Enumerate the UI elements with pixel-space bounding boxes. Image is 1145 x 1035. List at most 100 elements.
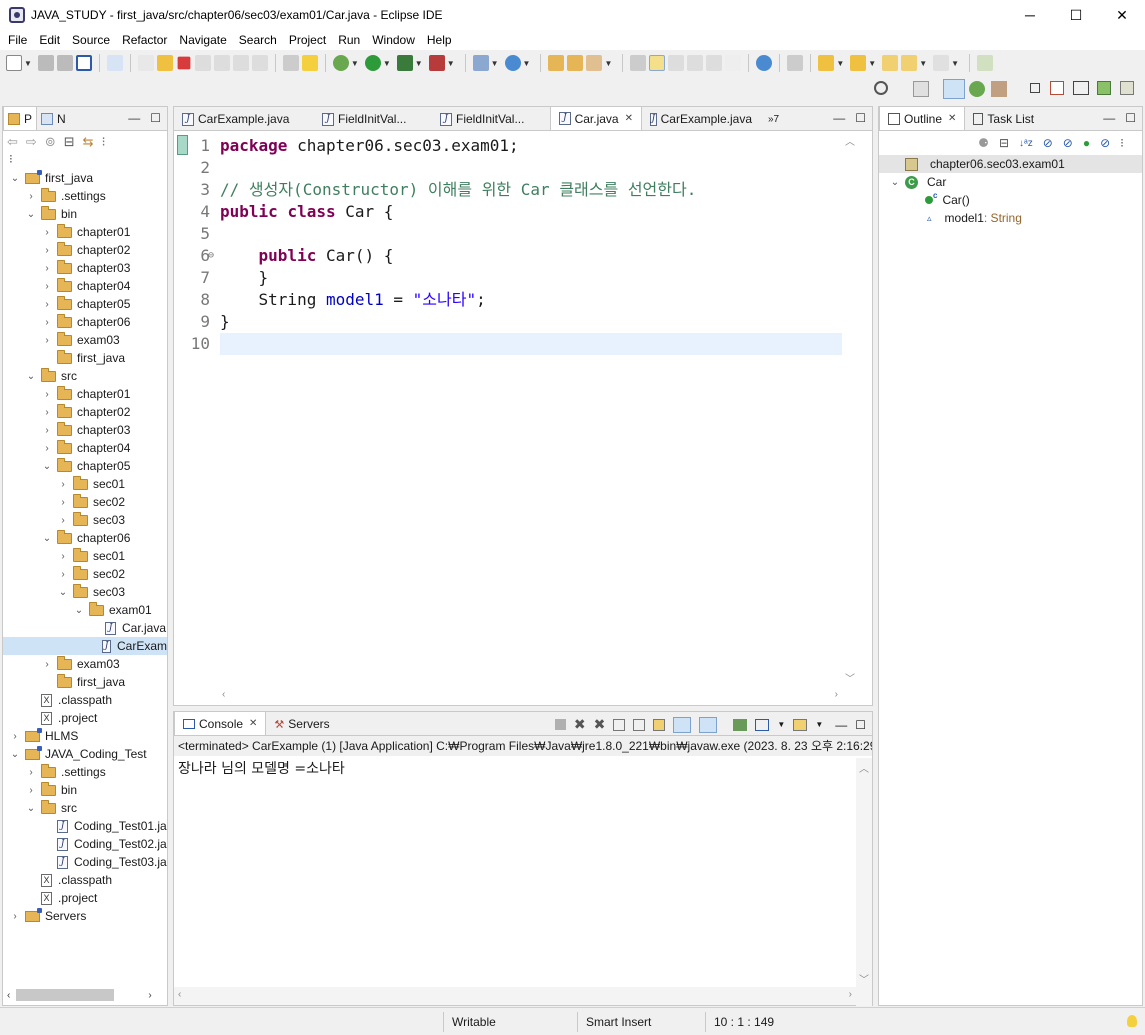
focus-icon[interactable]: ⚈ — [978, 136, 989, 150]
view-menu-dots-icon[interactable]: ⁝ — [3, 153, 167, 169]
chevron-right-icon[interactable]: › — [25, 191, 37, 202]
tree-item[interactable]: › sec02 — [3, 493, 167, 511]
remove-all-terminated-icon[interactable]: ✖ — [594, 716, 606, 733]
new-java-class-icon[interactable] — [504, 55, 521, 71]
menu-window[interactable]: Window — [366, 33, 421, 47]
external-tools-icon[interactable] — [428, 55, 445, 71]
scroll-right-icon[interactable]: › — [148, 990, 151, 1001]
word-wrap-icon[interactable] — [633, 718, 646, 731]
chevron-down-icon[interactable]: ⌄ — [57, 587, 69, 598]
chevron-right-icon[interactable]: › — [25, 767, 37, 778]
minimize-view-icon[interactable]: — — [128, 111, 140, 125]
close-tab-icon[interactable]: ✕ — [948, 113, 956, 124]
tab-navigator[interactable]: N — [37, 108, 70, 130]
tab-servers[interactable]: ⚒ Servers — [266, 713, 337, 735]
tab-task-list[interactable]: Task List — [965, 108, 1042, 130]
tree-item[interactable]: › .settings — [3, 187, 167, 205]
console-vscroll[interactable]: ︿ ﹀ — [856, 758, 872, 1006]
outline-class[interactable]: ⌄ C Car — [879, 173, 1142, 191]
tree-item[interactable]: › chapter01 — [3, 223, 167, 241]
menu-file[interactable]: File — [2, 33, 33, 47]
chevron-right-icon[interactable]: › — [25, 785, 37, 796]
chevron-right-icon[interactable]: › — [41, 227, 53, 238]
next-annotation-icon[interactable] — [818, 55, 835, 71]
globe-icon[interactable] — [756, 55, 773, 71]
tab-outline[interactable]: Outline ✕ — [879, 106, 966, 130]
maximize-view-icon[interactable]: ☐ — [855, 718, 866, 732]
back-dropdown-icon[interactable]: ▼ — [919, 59, 927, 68]
code-line[interactable]: 5 — [174, 223, 842, 245]
console-hscroll[interactable]: ‹ › — [174, 987, 856, 1005]
tree-item[interactable]: first_java — [3, 349, 167, 367]
tree-item[interactable]: › Servers — [3, 907, 167, 925]
scroll-up-icon[interactable]: ︿ — [859, 760, 869, 775]
team-perspective-icon[interactable] — [991, 81, 1007, 97]
minimize-view-icon[interactable]: — — [1103, 111, 1115, 125]
debug-icon[interactable] — [332, 55, 349, 71]
scroll-down-icon[interactable]: ﹀ — [845, 670, 855, 685]
search-tool-dropdown-icon[interactable]: ▼ — [604, 59, 612, 68]
open-type-icon[interactable] — [548, 55, 565, 71]
chevron-right-icon[interactable]: › — [57, 497, 69, 508]
pin-console-icon[interactable] — [673, 716, 692, 733]
code-line[interactable]: 7 } — [174, 267, 842, 289]
restore-icon[interactable] — [1030, 83, 1040, 93]
sort-icon[interactable]: ↓ᵃz — [1019, 138, 1033, 149]
tree-item[interactable]: › chapter04 — [3, 439, 167, 457]
previous-annotation-icon[interactable] — [850, 55, 867, 71]
tree-item[interactable]: X .classpath — [3, 691, 167, 709]
step-into-icon[interactable] — [213, 55, 230, 71]
tab-editor-file[interactable]: J CarExample.java — [642, 108, 760, 130]
forward-dropdown-icon[interactable]: ▼ — [951, 59, 959, 68]
scroll-left-icon[interactable]: ‹ — [7, 990, 10, 1001]
next-annotation-dropdown-icon[interactable]: ▼ — [836, 59, 844, 68]
show-whitespace-icon[interactable] — [706, 55, 723, 71]
view-menu-icon[interactable]: ⁝ — [102, 134, 106, 150]
run-icon[interactable] — [364, 55, 381, 71]
tree-item[interactable]: › sec03 — [3, 511, 167, 529]
menu-run[interactable]: Run — [332, 33, 366, 47]
minimize-view-icon[interactable]: — — [833, 111, 845, 125]
tree-item[interactable]: › chapter03 — [3, 421, 167, 439]
new-console-icon[interactable] — [793, 718, 808, 731]
terminal-icon[interactable] — [75, 55, 92, 71]
maximize-button[interactable]: ☐ — [1053, 0, 1099, 30]
tree-item[interactable]: J Coding_Test02.ja — [3, 835, 167, 853]
tree-item[interactable]: ⌄ sec03 — [3, 583, 167, 601]
new-java-class-dropdown-icon[interactable]: ▼ — [523, 59, 531, 68]
scroll-thumb[interactable] — [16, 989, 115, 1001]
tree-item[interactable]: › bin — [3, 781, 167, 799]
tree-item[interactable]: ⌄ src — [3, 367, 167, 385]
search-icon[interactable] — [874, 81, 888, 95]
chevron-right-icon[interactable]: › — [57, 569, 69, 580]
console-select-dropdown-icon[interactable]: ▼ — [777, 720, 785, 729]
chevron-down-icon[interactable]: ⌄ — [9, 749, 21, 760]
block-selection-icon[interactable] — [687, 55, 704, 71]
tree-item[interactable]: › chapter01 — [3, 385, 167, 403]
open-perspective-icon[interactable] — [913, 81, 929, 97]
tree-item[interactable]: › sec01 — [3, 547, 167, 565]
tree-item[interactable]: › chapter05 — [3, 295, 167, 313]
step-return-icon[interactable] — [251, 55, 268, 71]
tree-item[interactable]: › HLMS — [3, 727, 167, 745]
save-icon[interactable] — [37, 55, 54, 71]
chevron-right-icon[interactable]: › — [57, 479, 69, 490]
code-line[interactable]: 8 String model1 = "소나타"; — [174, 289, 842, 311]
editor-vscroll[interactable]: ︿ ﹀ — [842, 131, 858, 687]
layout4-icon[interactable] — [1120, 81, 1134, 95]
menu-edit[interactable]: Edit — [33, 33, 66, 47]
annotation-icon[interactable] — [630, 55, 647, 71]
up-nav-icon[interactable]: ⊚ — [45, 134, 56, 150]
link-editor-icon[interactable]: ⇆ — [83, 134, 94, 150]
previous-annotation-dropdown-icon[interactable]: ▼ — [868, 59, 876, 68]
pin-editor-icon[interactable] — [977, 55, 994, 71]
hide-non-public-icon[interactable]: ● — [1083, 136, 1090, 150]
scroll-right-icon[interactable]: › — [835, 689, 838, 700]
chevron-down-icon[interactable]: ⌄ — [73, 605, 85, 616]
status-insert-mode[interactable]: Smart Insert — [577, 1012, 705, 1032]
run-dropdown-icon[interactable]: ▼ — [383, 59, 391, 68]
tree-item[interactable]: X .project — [3, 889, 167, 907]
tree-item[interactable]: › chapter04 — [3, 277, 167, 295]
code-line[interactable]: 6 ⊖ public Car() { — [174, 245, 842, 267]
menu-project[interactable]: Project — [283, 33, 332, 47]
